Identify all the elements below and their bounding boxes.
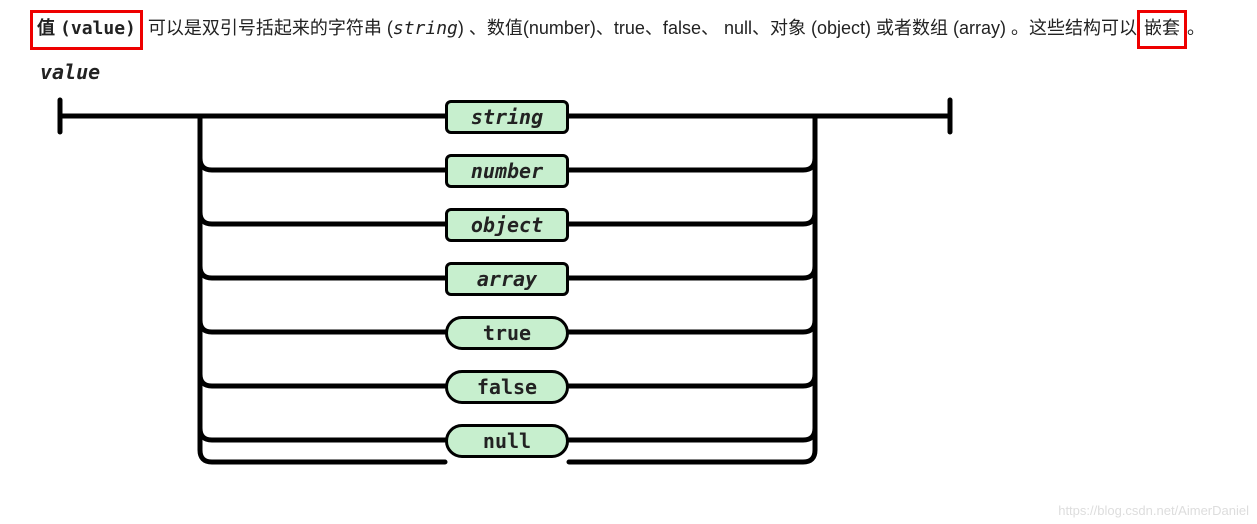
node-string: string <box>445 100 569 134</box>
node-string-label: string <box>471 105 543 129</box>
desc-string-italic: string <box>393 18 458 39</box>
description-paragraph: 值 (value) 可以是双引号括起来的字符串 (string) 、数值(num… <box>30 10 1227 50</box>
diagram-title: value <box>40 60 1227 84</box>
node-true: true <box>445 316 569 350</box>
node-object-label: object <box>471 213 543 237</box>
railroad-diagram: string number object array true false nu… <box>30 90 1227 490</box>
desc-nest: 嵌套 <box>1144 18 1180 38</box>
node-number: number <box>445 154 569 188</box>
highlight-value-term: 值 (value) <box>30 10 143 50</box>
node-false-label: false <box>477 375 537 399</box>
lead-value: (value) <box>60 18 136 39</box>
desc-part2: ) 、数值(number)、true、false、 null、对象 (objec… <box>458 18 1137 38</box>
node-null: null <box>445 424 569 458</box>
node-array-label: array <box>477 267 537 291</box>
watermark: https://blog.csdn.net/AimerDaniel <box>1058 503 1249 518</box>
node-array: array <box>445 262 569 296</box>
node-null-label: null <box>483 429 531 453</box>
desc-part3: 。 <box>1187 18 1205 38</box>
highlight-nest-term: 嵌套 <box>1137 10 1187 49</box>
lead-cn: 值 <box>37 18 55 38</box>
node-number-label: number <box>471 159 543 183</box>
node-false: false <box>445 370 569 404</box>
desc-part1: 可以是双引号括起来的字符串 ( <box>143 18 393 38</box>
node-object: object <box>445 208 569 242</box>
node-true-label: true <box>483 321 531 345</box>
